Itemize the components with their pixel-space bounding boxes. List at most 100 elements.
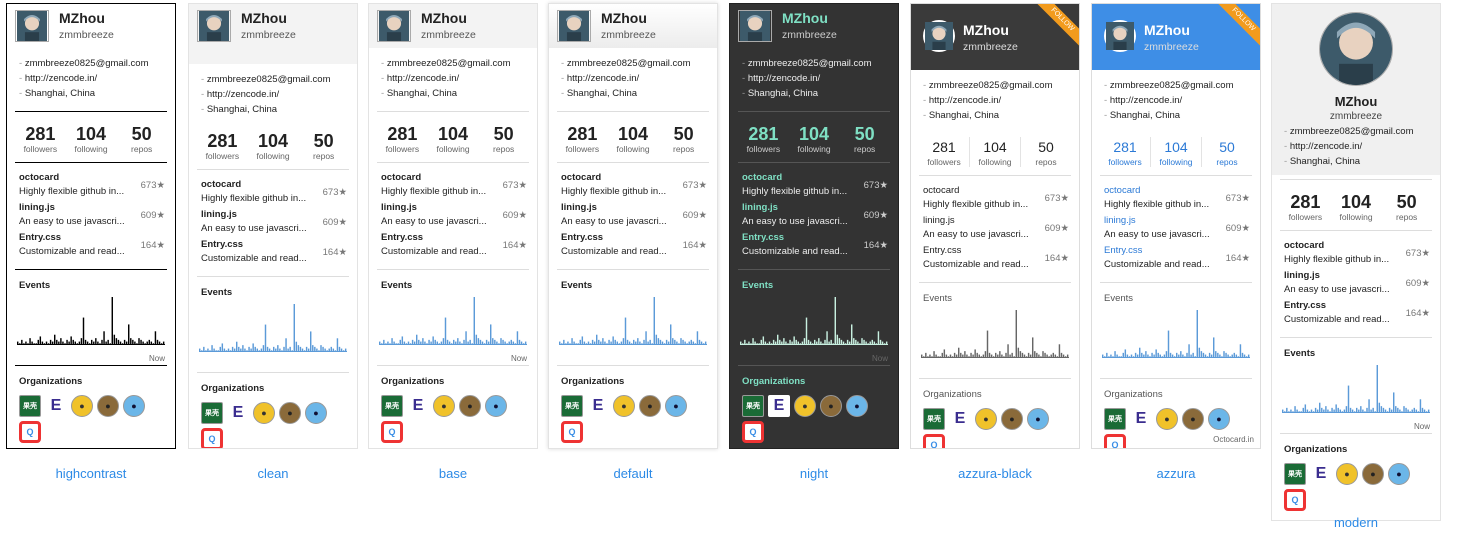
avatar[interactable] [15,10,49,42]
org-logo-6[interactable]: Q [201,428,223,448]
org-logo-3[interactable]: ● [975,408,997,430]
stat-repos[interactable]: 50 repos [1202,137,1252,167]
org-logo-5[interactable]: ● [1388,463,1410,485]
org-logo-5[interactable]: ● [1208,408,1230,430]
footer-link[interactable]: Octocard.in [1213,435,1254,444]
follow-ribbon[interactable]: FOLLOW [1033,4,1079,49]
repo-item[interactable]: octocard Highly flexible github in... 673★ [742,171,888,201]
website-link[interactable]: http://zencode.in/ [923,93,1069,108]
repo-item[interactable]: octocard Highly flexible github in... 673★ [201,178,347,208]
email-link[interactable]: zmmbreeze0825@gmail.com [561,56,707,71]
theme-caption[interactable]: clean [208,466,338,481]
repo-item[interactable]: octocard Highly flexible github in... 673★ [1104,184,1250,214]
stat-repos[interactable]: 50 repos [298,131,349,161]
avatar[interactable] [197,10,231,42]
repo-item[interactable]: octocard Highly flexible github in... 673★ [561,171,707,201]
theme-caption[interactable]: azzura [1111,466,1241,481]
follow-ribbon[interactable]: FOLLOW [1214,4,1260,49]
org-logo-1[interactable]: 果壳 [923,408,945,430]
stat-following[interactable]: 104 following [1151,137,1202,167]
repo-item[interactable]: lining.js An easy to use javascri... 609★ [1104,214,1250,244]
org-logo-6[interactable]: Q [561,421,583,443]
org-logo-6[interactable]: Q [923,434,945,448]
theme-caption[interactable]: default [568,466,698,481]
repo-item[interactable]: octocard Highly flexible github in... 673★ [381,171,527,201]
avatar[interactable] [557,10,591,42]
theme-caption[interactable]: night [749,466,879,481]
repo-item[interactable]: lining.js An easy to use javascri... 609★ [1284,269,1430,299]
org-logo-3[interactable]: ● [613,395,635,417]
avatar[interactable] [377,10,411,42]
org-logo-1[interactable]: 果壳 [201,402,223,424]
org-logo-2[interactable]: E [45,395,67,417]
stat-followers[interactable]: 281 followers [919,137,970,167]
repo-item[interactable]: Entry.css Customizable and read... 164★ [742,231,888,261]
email-link[interactable]: zmmbreeze0825@gmail.com [381,56,527,71]
stat-following[interactable]: 104 following [428,124,479,154]
org-logo-4[interactable]: ● [820,395,842,417]
stat-repos[interactable]: 50 repos [478,124,529,154]
email-link[interactable]: zmmbreeze0825@gmail.com [923,78,1069,93]
theme-caption[interactable]: highcontrast [26,466,156,481]
org-logo-1[interactable]: 果壳 [381,395,403,417]
repo-item[interactable]: lining.js An easy to use javascri... 609★ [742,201,888,231]
repo-item[interactable]: Entry.css Customizable and read... 164★ [1104,244,1250,274]
stat-followers[interactable]: 281 followers [1100,137,1151,167]
user-name[interactable]: MZhou [1144,22,1190,38]
org-logo-4[interactable]: ● [1001,408,1023,430]
user-name[interactable]: MZhou [782,10,828,26]
repo-item[interactable]: Entry.css Customizable and read... 164★ [561,231,707,261]
org-logo-5[interactable]: ● [485,395,507,417]
org-logo-1[interactable]: 果壳 [1284,463,1306,485]
repo-item[interactable]: octocard Highly flexible github in... 673★ [19,171,165,201]
org-logo-1[interactable]: 果壳 [742,395,764,417]
theme-caption[interactable]: azzura-black [930,466,1060,481]
repo-item[interactable]: lining.js An easy to use javascri... 609★ [381,201,527,231]
repo-item[interactable]: octocard Highly flexible github in... 673★ [923,184,1069,214]
website-link[interactable]: http://zencode.in/ [561,71,707,86]
email-link[interactable]: zmmbreeze0825@gmail.com [742,56,888,71]
stat-followers[interactable]: 281 followers [557,124,608,154]
stat-following[interactable]: 104 following [66,124,117,154]
org-logo-2[interactable]: E [949,408,971,430]
stat-repos[interactable]: 50 repos [658,124,709,154]
stat-repos[interactable]: 50 repos [839,124,890,154]
org-logo-4[interactable]: ● [639,395,661,417]
org-logo-1[interactable]: 果壳 [561,395,583,417]
repo-item[interactable]: Entry.css Customizable and read... 164★ [201,238,347,268]
org-logo-4[interactable]: ● [97,395,119,417]
email-link[interactable]: zmmbreeze0825@gmail.com [19,56,165,71]
website-link[interactable]: http://zencode.in/ [201,87,347,102]
website-link[interactable]: http://zencode.in/ [19,71,165,86]
org-logo-6[interactable]: Q [381,421,403,443]
org-logo-6[interactable]: Q [19,421,41,443]
email-link[interactable]: zmmbreeze0825@gmail.com [1284,124,1430,139]
org-logo-2[interactable]: E [227,402,249,424]
user-name[interactable]: MZhou [241,10,287,26]
user-name[interactable]: MZhou [601,10,647,26]
org-logo-3[interactable]: ● [1156,408,1178,430]
stat-followers[interactable]: 281 followers [738,124,789,154]
theme-caption[interactable]: modern [1291,515,1421,530]
stat-following[interactable]: 104 following [248,131,299,161]
stat-followers[interactable]: 281 followers [1280,192,1331,222]
website-link[interactable]: http://zencode.in/ [742,71,888,86]
org-logo-1[interactable]: 果壳 [1104,408,1126,430]
org-logo-4[interactable]: ● [1182,408,1204,430]
org-logo-5[interactable]: ● [123,395,145,417]
org-logo-6[interactable]: Q [1284,489,1306,511]
website-link[interactable]: http://zencode.in/ [1284,139,1430,154]
avatar[interactable] [738,10,772,42]
org-logo-2[interactable]: E [407,395,429,417]
theme-caption[interactable]: base [388,466,518,481]
user-name[interactable]: MZhou [59,10,105,26]
org-logo-5[interactable]: ● [305,402,327,424]
org-logo-4[interactable]: ● [459,395,481,417]
org-logo-5[interactable]: ● [665,395,687,417]
stat-following[interactable]: 104 following [970,137,1021,167]
org-logo-5[interactable]: ● [1027,408,1049,430]
stat-repos[interactable]: 50 repos [1021,137,1071,167]
org-logo-2[interactable]: E [768,395,790,417]
org-logo-6[interactable]: Q [742,421,764,443]
repo-item[interactable]: lining.js An easy to use javascri... 609★ [201,208,347,238]
